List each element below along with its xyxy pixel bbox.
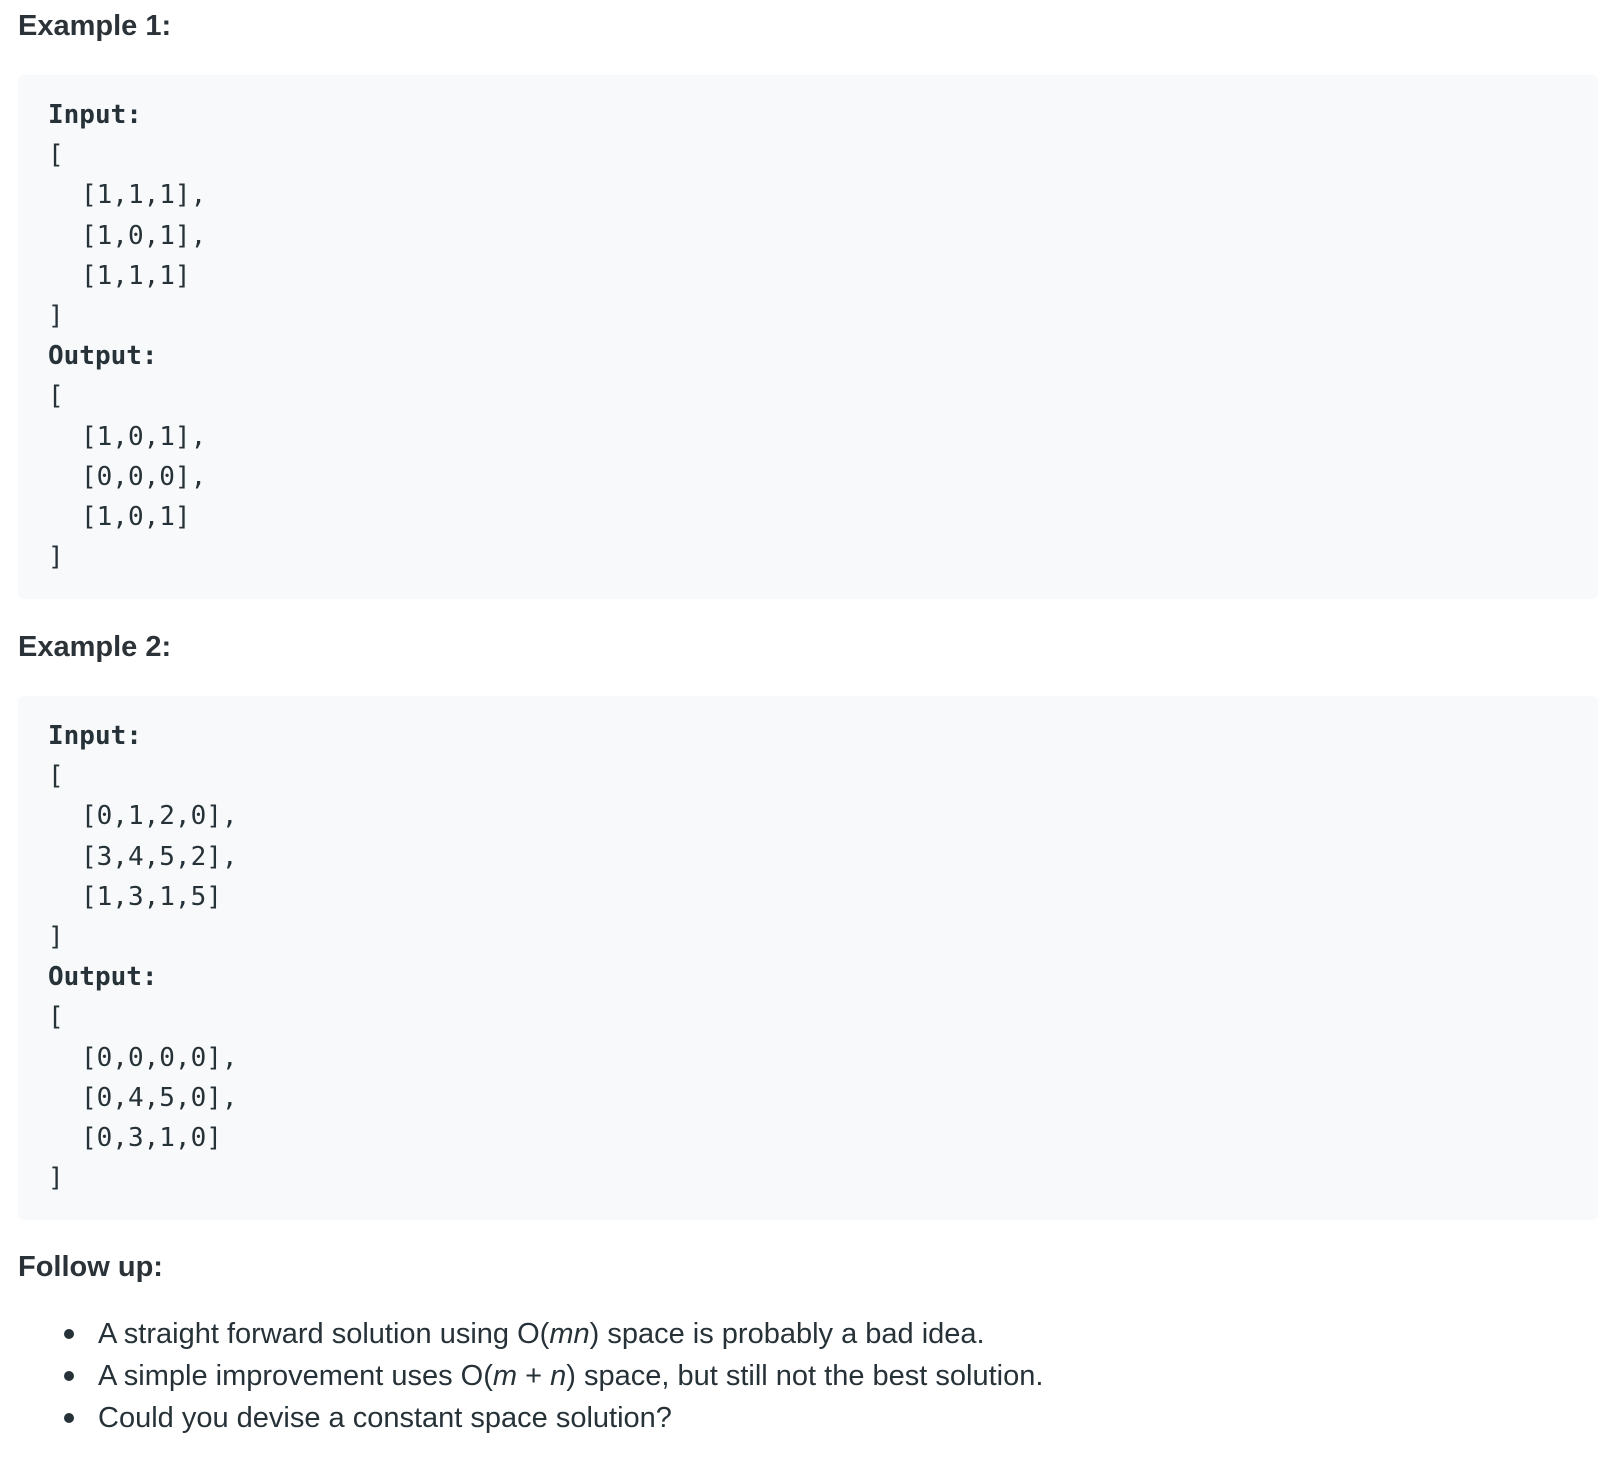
- example-1-heading: Example 1:: [18, 10, 172, 42]
- close-bracket: ]: [48, 1163, 64, 1194]
- bullet-icon: [64, 1329, 74, 1339]
- close-bracket: ]: [48, 300, 64, 331]
- matrix-row: [1,3,1,5]: [81, 881, 222, 912]
- example-2-code-block: Input: [ [0,1,2,0], [3,4,5,2], [1,3,1,5]…: [18, 696, 1598, 1220]
- matrix-row: [1,1,1]: [81, 260, 191, 291]
- example-1-code-block: Input: [ [1,1,1], [1,0,1], [1,1,1] ] Out…: [18, 75, 1598, 599]
- item-text: A simple improvement uses O(: [98, 1360, 493, 1392]
- matrix-row: [0,0,0],: [81, 461, 207, 492]
- matrix-row: [1,0,1]: [81, 501, 191, 532]
- bullet-icon: [64, 1413, 74, 1423]
- output-label: Output:: [48, 962, 158, 993]
- example-2-heading: Example 2:: [18, 631, 172, 663]
- close-bracket: ]: [48, 542, 64, 573]
- open-bracket: [: [48, 140, 64, 171]
- matrix-row: [1,0,1],: [81, 220, 207, 251]
- output-label: Output:: [48, 341, 158, 372]
- matrix-row: [0,4,5,0],: [81, 1082, 238, 1113]
- matrix-row: [3,4,5,2],: [81, 841, 238, 872]
- item-math: mn: [549, 1318, 590, 1350]
- matrix-row: [1,1,1],: [81, 180, 207, 211]
- close-bracket: ]: [48, 921, 64, 952]
- item-text: ) space, but still not the best solution…: [566, 1360, 1044, 1392]
- item-text: ) space is probably a bad idea.: [589, 1318, 985, 1350]
- item-text: +: [517, 1360, 551, 1392]
- open-bracket: [: [48, 381, 64, 412]
- list-item: A straight forward solution using O(mn) …: [18, 1313, 1043, 1355]
- open-bracket: [: [48, 761, 64, 792]
- matrix-row: [0,1,2,0],: [81, 801, 238, 832]
- item-math: m: [492, 1360, 518, 1392]
- item-math: n: [550, 1360, 567, 1392]
- matrix-row: [0,3,1,0]: [81, 1122, 222, 1153]
- open-bracket: [: [48, 1002, 64, 1033]
- input-label: Input:: [48, 721, 142, 751]
- list-item: Could you devise a constant space soluti…: [18, 1397, 1043, 1439]
- matrix-row: [0,0,0,0],: [81, 1042, 238, 1073]
- item-text: Could you devise a constant space soluti…: [98, 1402, 672, 1434]
- list-item: A simple improvement uses O(m + n) space…: [18, 1355, 1043, 1397]
- item-text: A straight forward solution using O(: [98, 1318, 550, 1350]
- follow-up-list: A straight forward solution using O(mn) …: [18, 1313, 1043, 1439]
- input-label: Input:: [48, 100, 142, 130]
- matrix-row: [1,0,1],: [81, 421, 207, 452]
- bullet-icon: [64, 1371, 74, 1381]
- follow-up-heading: Follow up:: [18, 1251, 163, 1283]
